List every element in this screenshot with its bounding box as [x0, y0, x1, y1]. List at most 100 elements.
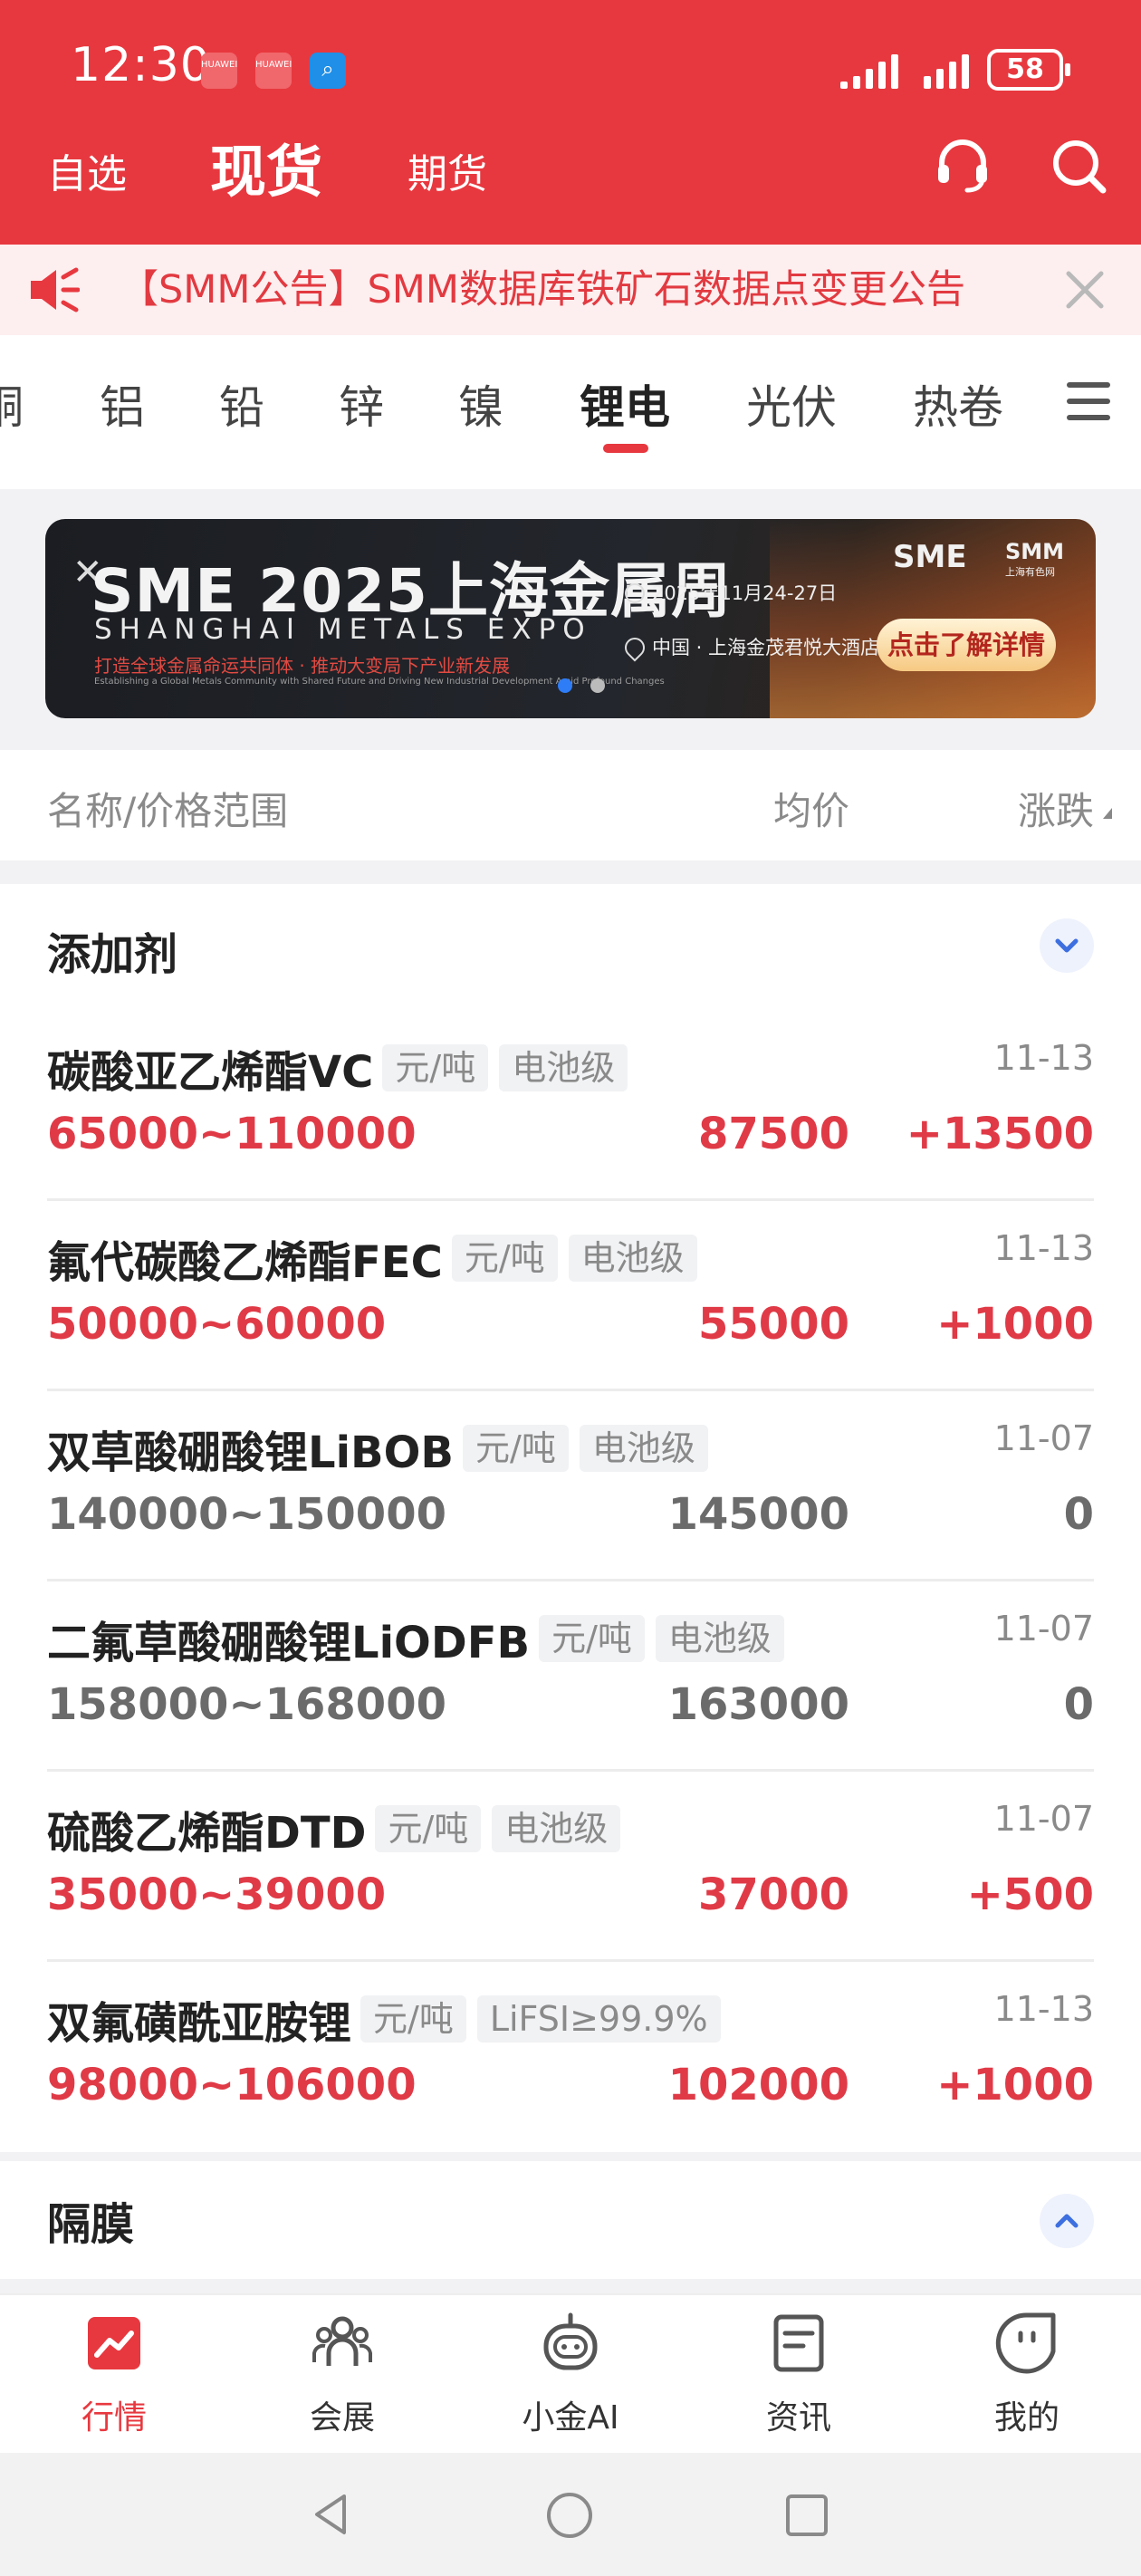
unit-tag: 元/吨 — [382, 1044, 489, 1091]
banner-date: 2025年11月24-27日 — [625, 579, 837, 606]
product-name: 双草酸硼酸锂LiBOB — [47, 1427, 455, 1478]
unit-tag: 元/吨 — [360, 1995, 466, 2043]
section-header[interactable]: 添加剂 — [0, 884, 1141, 1011]
header-name: 名称/价格范围 — [47, 789, 289, 833]
product-name: 氟代碳酸乙烯酯FEC — [47, 1237, 443, 1288]
table-header: 名称/价格范围 均价 涨跌 — [0, 750, 1141, 860]
banner-area: ✕ SME 2025上海金属周 SHANGHAI METALS EXPO 打造全… — [0, 489, 1141, 750]
system-nav-bar — [0, 2453, 1141, 2576]
home-icon[interactable] — [545, 2491, 594, 2540]
nav-label: 我的 — [993, 2399, 1060, 2437]
learn-more-button[interactable]: 点击了解详情 — [877, 619, 1056, 671]
nav-exhibition[interactable]: 会展 — [252, 2312, 433, 2438]
location-pin-icon — [620, 633, 649, 662]
profile-face-icon — [995, 2312, 1056, 2374]
top-header: 12:30 HUAWEI HUAWEI ⌕ 58 自选 现货 期货 — [0, 0, 1141, 245]
nav-label: 行情 — [81, 2399, 147, 2437]
header-change[interactable]: 涨跌 — [1018, 781, 1094, 836]
grade-tag: 电池级 — [579, 1425, 708, 1472]
tab-spot[interactable]: 现货 — [210, 136, 322, 208]
avg-price: 163000 — [667, 1679, 849, 1730]
avg-price: 87500 — [698, 1109, 849, 1159]
search-icon[interactable] — [1049, 136, 1108, 196]
nav-label: 资讯 — [765, 2399, 831, 2437]
market-chart-icon — [88, 2317, 140, 2369]
section-header[interactable]: 隔膜 — [0, 2161, 1141, 2279]
divider — [0, 860, 1141, 884]
huawei-icon: HUAWEI — [201, 53, 237, 89]
signal-icon — [840, 53, 898, 89]
price-change: +500 — [966, 1870, 1094, 1920]
chevron-up-icon[interactable] — [1040, 2194, 1094, 2248]
price-date: 11-13 — [993, 1038, 1094, 1078]
nav-label: 会展 — [309, 2399, 375, 2437]
avg-price: 102000 — [667, 2060, 849, 2110]
tab-futures[interactable]: 期货 — [408, 136, 487, 214]
smm-logo: SMM 上海有色网 — [1005, 539, 1065, 578]
price-range: 158000~168000 — [47, 1679, 446, 1730]
category-hot-rolled-coil[interactable]: 热卷 — [913, 371, 1003, 437]
category-lithium-battery[interactable]: 锂电 — [580, 371, 670, 437]
grade-tag: LiFSI≥99.9% — [476, 1995, 721, 2043]
battery-indicator: 58 — [987, 49, 1070, 91]
close-icon[interactable] — [1061, 266, 1108, 313]
grade-tag: 电池级 — [568, 1235, 697, 1282]
list-item[interactable]: 二氟草酸硼酸锂LiODFB 元/吨 电池级 11-07 158000~168000 … — [0, 1581, 1141, 1772]
header-avg: 均价 — [772, 789, 849, 833]
sme-logo: SME — [893, 539, 967, 575]
market-type-tabs: 自选 现货 期货 — [0, 136, 1141, 245]
category-nickel[interactable]: 镍 — [458, 371, 503, 437]
notice-bar[interactable]: 【SMM公告】SMM数据库铁矿石数据点变更公告 — [0, 245, 1141, 335]
price-range: 65000~110000 — [47, 1109, 417, 1159]
list-item[interactable]: 氟代碳酸乙烯酯FEC 元/吨 电池级 11-13 50000~60000 55000… — [0, 1201, 1141, 1391]
price-change: +1000 — [936, 1299, 1094, 1350]
back-icon[interactable] — [308, 2491, 355, 2538]
banner-location: 中国 · 上海金茂君悦大酒店 — [620, 633, 879, 662]
menu-icon[interactable] — [1067, 382, 1110, 420]
recent-apps-icon[interactable] — [784, 2493, 829, 2538]
unit-tag: 元/吨 — [451, 1235, 558, 1282]
tab-watchlist[interactable]: 自选 — [47, 136, 127, 214]
category-aluminum[interactable]: 铝 — [100, 371, 145, 437]
nav-market[interactable]: 行情 — [24, 2312, 205, 2438]
nav-label: 小金AI — [522, 2399, 619, 2437]
price-range: 35000~39000 — [47, 1870, 387, 1920]
price-list: 碳酸亚乙烯酯VC 元/吨 电池级 11-13 65000~110000 87500 … — [0, 1011, 1141, 2152]
document-icon — [773, 2314, 824, 2372]
category-copper[interactable]: 铜 — [0, 371, 24, 437]
nav-profile[interactable]: 我的 — [936, 2312, 1117, 2438]
banner-slogan: 打造全球金属命运共同体 · 推动大变局下产业新发展 — [94, 655, 511, 677]
price-date: 11-07 — [993, 1609, 1094, 1648]
active-tab-indicator — [603, 444, 648, 453]
notice-text[interactable]: 【SMM公告】SMM数据库铁矿石数据点变更公告 — [120, 245, 965, 335]
category-lead[interactable]: 铅 — [219, 371, 264, 437]
carousel-dots — [558, 678, 623, 697]
product-name: 双氟磺酰亚胺锂 — [47, 1998, 352, 2049]
nav-news[interactable]: 资讯 — [708, 2312, 889, 2438]
list-item[interactable]: 双氟磺酰亚胺锂 元/吨 LiFSI≥99.9% 11-13 98000~106000… — [0, 1962, 1141, 2152]
customer-service-icon[interactable] — [933, 136, 992, 196]
unit-tag: 元/吨 — [463, 1425, 569, 1472]
price-date: 11-07 — [993, 1799, 1094, 1839]
unit-tag: 元/吨 — [375, 1805, 482, 1852]
divider — [0, 2152, 1141, 2161]
price-date: 11-13 — [993, 1989, 1094, 2029]
grade-tag: 电池级 — [499, 1044, 628, 1091]
grade-tag: 电池级 — [655, 1615, 784, 1662]
signal-icon — [924, 53, 969, 89]
price-date: 11-13 — [993, 1228, 1094, 1268]
price-range: 140000~150000 — [47, 1489, 446, 1540]
category-zinc[interactable]: 锌 — [339, 371, 384, 437]
list-item[interactable]: 硫酸乙烯酯DTD 元/吨 电池级 11-07 35000~39000 37000 +… — [0, 1772, 1141, 1962]
chevron-down-icon[interactable] — [1040, 918, 1094, 973]
price-change: 0 — [1063, 1489, 1094, 1540]
nav-ai-assistant[interactable]: 小金AI — [480, 2312, 661, 2438]
price-range: 98000~106000 — [47, 2060, 417, 2110]
banner-subtitle: SHANGHAI METALS EXPO — [94, 613, 592, 646]
list-item[interactable]: 碳酸亚乙烯酯VC 元/吨 电池级 11-13 65000~110000 87500 … — [0, 1011, 1141, 1201]
avg-price: 37000 — [698, 1870, 849, 1920]
expo-banner[interactable]: ✕ SME 2025上海金属周 SHANGHAI METALS EXPO 打造全… — [45, 519, 1096, 718]
list-item[interactable]: 双草酸硼酸锂LiBOB 元/吨 电池级 11-07 140000~150000 14… — [0, 1391, 1141, 1581]
category-photovoltaic[interactable]: 光伏 — [746, 371, 837, 437]
sort-icon[interactable] — [1103, 808, 1112, 819]
